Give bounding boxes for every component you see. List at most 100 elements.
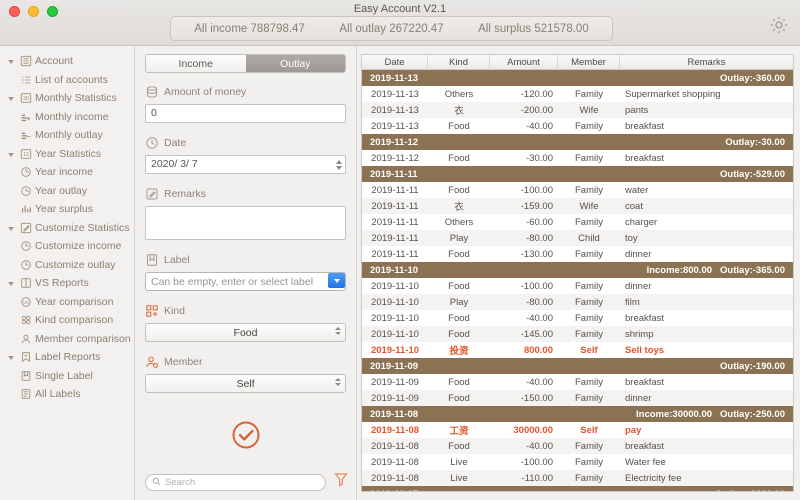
cell-member: Family bbox=[575, 280, 603, 292]
kind-select[interactable]: Food bbox=[145, 323, 346, 342]
tab-outlay[interactable]: Outlay bbox=[245, 55, 345, 72]
cell-remarks: breakfast bbox=[625, 120, 665, 132]
table-group-row[interactable]: 2019-11-12 Outlay:-30.00 bbox=[362, 134, 793, 150]
sidebar-item-year-outlay[interactable]: Year outlay bbox=[0, 182, 134, 201]
sidebar-item-single-label[interactable]: Single Label bbox=[0, 367, 134, 386]
table-row[interactable]: 2019-11-10 Food -145.00 Family shrimp bbox=[362, 326, 793, 342]
disclosure-triangle-icon[interactable] bbox=[8, 279, 16, 287]
sidebar-item-monthly-income[interactable]: Monthly income bbox=[0, 108, 134, 127]
table-row[interactable]: 2019-11-10 Food -100.00 Family dinner bbox=[362, 278, 793, 294]
sidebar-item-all-labels[interactable]: All Labels bbox=[0, 385, 134, 404]
sidebar-item-customize-outlay[interactable]: Customize outlay bbox=[0, 256, 134, 275]
table-row[interactable]: 2019-11-13 Others -120.00 Family Supermarket… bbox=[362, 86, 793, 102]
sidebar-item-year-statistics[interactable]: 12 Year Statistics bbox=[0, 145, 134, 164]
sidebar-item-monthly-outlay[interactable]: Monthly outlay bbox=[0, 126, 134, 145]
chart-plus-icon bbox=[19, 110, 32, 123]
table-row[interactable]: 2019-11-11 Food -130.00 Family dinner bbox=[362, 246, 793, 262]
gear-icon[interactable] bbox=[768, 14, 790, 36]
cell-date: 2019-11-10 bbox=[371, 280, 419, 292]
tab-income[interactable]: Income bbox=[146, 55, 246, 72]
column-header-remarks[interactable]: Remarks bbox=[620, 55, 793, 69]
sidebar-item-year-comparison[interactable]: VS Year comparison bbox=[0, 293, 134, 312]
sidebar-item-list-of-accounts[interactable]: List of accounts bbox=[0, 71, 134, 90]
table-row[interactable]: 2019-11-08 工资 30000.00 Self pay bbox=[362, 422, 793, 438]
sidebar-item-account[interactable]: Account bbox=[0, 52, 134, 71]
amount-input[interactable]: 0 bbox=[145, 104, 346, 123]
table-group-row[interactable]: 2019-11-13 Outlay:-360.00 bbox=[362, 70, 793, 86]
cell-remarks: dinner bbox=[625, 280, 652, 292]
table-group-row[interactable]: 2019-11-08 Income:30000.00 Outlay:-250.00 bbox=[362, 406, 793, 422]
group-outlay-total: Outlay:-365.00 bbox=[720, 264, 785, 276]
disclosure-triangle-icon[interactable] bbox=[8, 150, 16, 158]
table-row[interactable]: 2019-11-11 Play -80.00 Child toy bbox=[362, 230, 793, 246]
cell-kind: Food bbox=[448, 392, 470, 404]
check-circle-icon[interactable] bbox=[231, 420, 261, 455]
table-row[interactable]: 2019-11-11 衣 -159.00 Wife coat bbox=[362, 198, 793, 214]
coins-icon bbox=[145, 85, 159, 99]
disclosure-triangle-icon[interactable] bbox=[8, 353, 16, 361]
label-combobox[interactable]: Can be empty, enter or select label bbox=[145, 272, 346, 291]
cell-remarks: film bbox=[625, 296, 640, 308]
sidebar-item-label: Monthly income bbox=[35, 110, 109, 123]
sidebar-item-customize-statistics[interactable]: Customize Statistics bbox=[0, 219, 134, 238]
sidebar-item-vs-reports[interactable]: VS Reports bbox=[0, 274, 134, 293]
pie-clock-icon bbox=[19, 240, 32, 253]
sidebar-item-label-reports[interactable]: Label Reports bbox=[0, 348, 134, 367]
disclosure-triangle-icon[interactable] bbox=[8, 224, 16, 232]
table-group-row[interactable]: 2019-11-07 Outlay:-1830.00 bbox=[362, 486, 793, 491]
table-group-row[interactable]: 2019-11-09 Outlay:-190.00 bbox=[362, 358, 793, 374]
date-input[interactable]: 2020/ 3/ 7 bbox=[145, 155, 346, 174]
funnel-icon[interactable] bbox=[334, 472, 348, 492]
label-input[interactable]: Can be empty, enter or select label bbox=[145, 272, 346, 291]
cell-date: 2019-11-11 bbox=[371, 200, 419, 212]
cell-remarks: pants bbox=[625, 104, 649, 116]
sidebar-item-member-comparison[interactable]: Member comparison bbox=[0, 330, 134, 349]
cell-member: Family bbox=[575, 296, 603, 308]
disclosure-triangle-icon[interactable] bbox=[8, 94, 16, 102]
table-group-row[interactable]: 2019-11-11 Outlay:-529.00 bbox=[362, 166, 793, 182]
group-outlay-total: Outlay:-529.00 bbox=[720, 168, 785, 180]
date-stepper[interactable] bbox=[333, 156, 344, 173]
amount-label-row: Amount of money bbox=[145, 85, 346, 99]
table-row[interactable]: 2019-11-11 Food -100.00 Family water bbox=[362, 182, 793, 198]
sidebar-item-year-income[interactable]: Year income bbox=[0, 163, 134, 182]
table-row[interactable]: 2019-11-10 Play -80.00 Family film bbox=[362, 294, 793, 310]
column-header-date[interactable]: Date bbox=[362, 55, 428, 69]
table-row[interactable]: 2019-11-10 Food -40.00 Family breakfast bbox=[362, 310, 793, 326]
chevron-down-icon[interactable] bbox=[328, 273, 345, 288]
table-row[interactable]: 2019-11-13 Food -40.00 Family breakfast bbox=[362, 118, 793, 134]
disclosure-triangle-icon[interactable] bbox=[8, 57, 16, 65]
kind-value: Food bbox=[233, 326, 258, 339]
table-row[interactable]: 2019-11-13 衣 -200.00 Wife pants bbox=[362, 102, 793, 118]
table-row[interactable]: 2019-11-08 Live -100.00 Family Water fee bbox=[362, 454, 793, 470]
pencil-square-icon bbox=[19, 221, 32, 234]
table-row[interactable]: 2019-11-12 Food -30.00 Family breakfast bbox=[362, 150, 793, 166]
table-row[interactable]: 2019-11-08 Food -40.00 Family breakfast bbox=[362, 438, 793, 454]
sidebar-item-kind-comparison[interactable]: Kind comparison bbox=[0, 311, 134, 330]
stepper-down-icon[interactable] bbox=[335, 165, 342, 170]
stepper-chevrons-icon[interactable] bbox=[335, 378, 341, 386]
sidebar-item-monthly-statistics[interactable]: 30 Monthly Statistics bbox=[0, 89, 134, 108]
column-header-member[interactable]: Member bbox=[558, 55, 620, 69]
cell-member: Self bbox=[580, 424, 598, 436]
table-row[interactable]: 2019-11-08 Live -110.00 Family Electricity f… bbox=[362, 470, 793, 486]
stepper-up-icon[interactable] bbox=[335, 159, 342, 164]
table-row[interactable]: 2019-11-11 Others -60.00 Family charger bbox=[362, 214, 793, 230]
column-header-amount[interactable]: Amount bbox=[490, 55, 558, 69]
records-panel: Date Kind Amount Member Remarks 2019-11-… bbox=[357, 46, 800, 500]
column-header-kind[interactable]: Kind bbox=[428, 55, 490, 69]
member-select[interactable]: Self bbox=[145, 374, 346, 393]
search-input[interactable]: Search bbox=[145, 473, 326, 491]
sidebar-item-label: Monthly outlay bbox=[35, 129, 103, 142]
remarks-input[interactable] bbox=[145, 206, 346, 240]
table-row[interactable]: 2019-11-10 投资 800.00 Self Sell toys bbox=[362, 342, 793, 358]
table-row[interactable]: 2019-11-09 Food -150.00 Family dinner bbox=[362, 390, 793, 406]
sidebar-item-customize-income[interactable]: Customize income bbox=[0, 237, 134, 256]
income-outlay-tabs[interactable]: Income Outlay bbox=[145, 54, 346, 73]
group-income-total: Income:800.00 bbox=[646, 264, 713, 276]
table-group-row[interactable]: 2019-11-10 Income:800.00 Outlay:-365.00 bbox=[362, 262, 793, 278]
cell-member: Self bbox=[580, 344, 598, 356]
sidebar-item-year-surplus[interactable]: Year surplus bbox=[0, 200, 134, 219]
table-row[interactable]: 2019-11-09 Food -40.00 Family breakfast bbox=[362, 374, 793, 390]
stepper-chevrons-icon[interactable] bbox=[335, 327, 341, 335]
